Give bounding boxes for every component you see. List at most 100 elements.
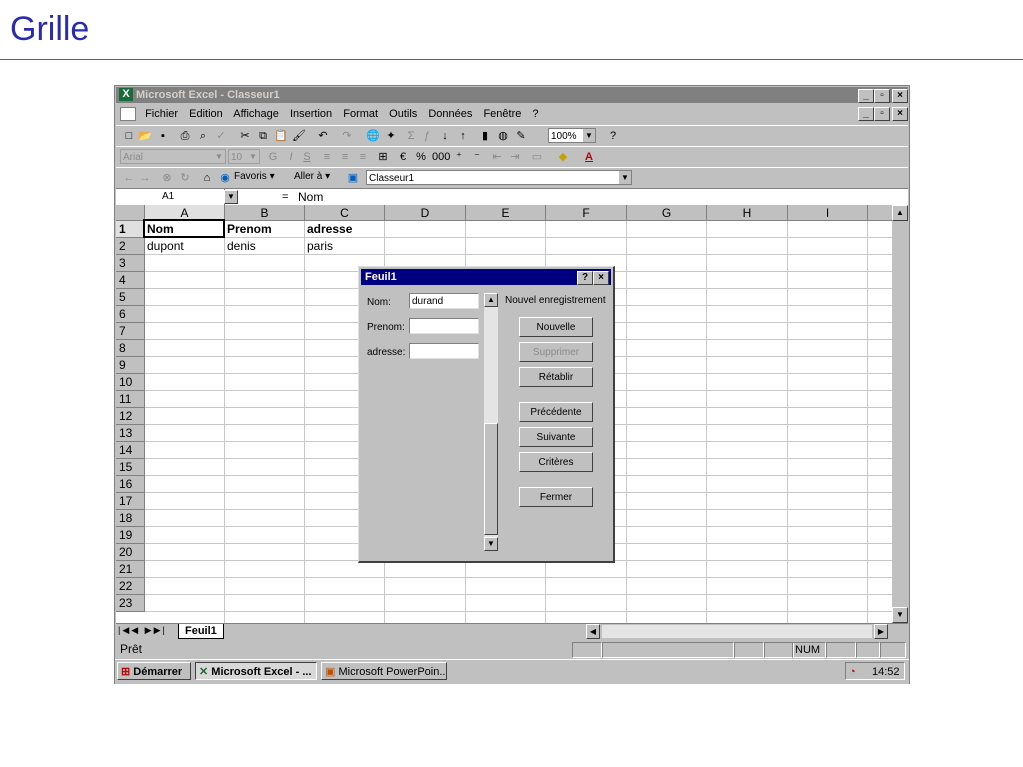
show-web-only-icon[interactable]: ▣ (346, 171, 360, 185)
undo-icon[interactable]: ↶ (316, 129, 330, 143)
align-center-icon[interactable]: ≡ (338, 150, 352, 164)
row-header[interactable]: 19 (116, 527, 145, 544)
row-header[interactable]: 22 (116, 578, 145, 595)
column-header-j[interactable] (868, 205, 893, 221)
restore-record-button[interactable]: Rétablir (519, 367, 593, 387)
row-header[interactable]: 16 (116, 476, 145, 493)
delete-button[interactable]: Supprimer (519, 342, 593, 362)
hscroll-left-icon[interactable]: ◀ (586, 624, 600, 639)
sort-descending-icon[interactable]: ↑ (456, 129, 470, 143)
row-header[interactable]: 10 (116, 374, 145, 391)
row-header[interactable]: 4 (116, 272, 145, 289)
row-header[interactable]: 6 (116, 306, 145, 323)
sheet-tab-feuil1[interactable]: Feuil1 (178, 624, 224, 639)
row-header[interactable]: 20 (116, 544, 145, 561)
start-button[interactable]: ⊞ Démarrer (117, 662, 191, 680)
chevron-down-icon[interactable]: ▼ (224, 190, 238, 204)
record-scroll-thumb[interactable] (484, 423, 498, 535)
row-header[interactable]: 14 (116, 442, 145, 459)
column-header-e[interactable]: E (466, 205, 546, 221)
column-header-b[interactable]: B (225, 205, 305, 221)
minimize-button[interactable]: _ (858, 89, 874, 103)
open-icon[interactable]: 📂 (138, 129, 152, 143)
row-header[interactable]: 1 (116, 221, 145, 238)
stop-icon[interactable]: ⊗ (160, 171, 174, 185)
record-scroll-up-icon[interactable]: ▲ (484, 293, 498, 307)
save-icon[interactable]: ▪ (156, 129, 170, 143)
doc-minimize-button[interactable]: _ (858, 107, 874, 121)
taskbar-powerpoint[interactable]: ▣ Microsoft PowerPoin... (321, 662, 447, 680)
column-header-i[interactable]: I (788, 205, 868, 221)
print-icon[interactable]: ⎙ (178, 129, 192, 143)
row-header[interactable]: 7 (116, 323, 145, 340)
menu-edition[interactable]: Edition (189, 108, 223, 120)
merge-center-icon[interactable]: ⊞ (376, 150, 390, 164)
dialog-help-button[interactable]: ? (577, 271, 593, 285)
align-left-icon[interactable]: ≡ (320, 150, 334, 164)
row-header[interactable]: 13 (116, 425, 145, 442)
font-color-icon[interactable]: A (582, 150, 596, 164)
column-header-d[interactable]: D (385, 205, 466, 221)
name-box[interactable]: A1 ▼ (116, 189, 238, 205)
sort-ascending-icon[interactable]: ↓ (438, 129, 452, 143)
field-input-adresse[interactable] (409, 343, 479, 359)
bold-icon[interactable]: G (266, 150, 280, 164)
taskbar-excel[interactable]: ✕ Microsoft Excel - ... (195, 662, 317, 680)
scroll-up-icon[interactable]: ▲ (892, 205, 908, 221)
web-toolbar-icon[interactable]: ✦ (384, 129, 398, 143)
menu-help[interactable]: ? (532, 108, 538, 120)
cut-icon[interactable]: ✂ (238, 129, 252, 143)
new-icon[interactable]: □ (122, 129, 136, 143)
equals-icon[interactable]: = (282, 189, 288, 205)
doc-close-button[interactable]: × (892, 107, 908, 121)
scheduler-icon[interactable]: ◔ (849, 663, 856, 681)
cell-a2[interactable]: dupont (145, 238, 184, 254)
format-painter-icon[interactable]: 🖌 (292, 129, 306, 143)
home-icon[interactable]: ⌂ (200, 171, 214, 185)
borders-icon[interactable]: ▭ (530, 150, 544, 164)
decrease-decimal-icon[interactable]: ⁻ (470, 150, 484, 164)
dialog-close-button[interactable]: × (593, 271, 609, 285)
row-header[interactable]: 15 (116, 459, 145, 476)
column-header-a[interactable]: A (145, 205, 225, 221)
row-header[interactable]: 17 (116, 493, 145, 510)
zoom-select[interactable]: 100% ▼ (548, 128, 596, 143)
address-field[interactable]: Classeur1 ▼ (366, 170, 632, 185)
row-header[interactable]: 2 (116, 238, 145, 255)
currency-icon[interactable]: € (396, 150, 410, 164)
criteria-button[interactable]: Critères (519, 452, 593, 472)
cell-c1[interactable]: adresse (305, 221, 352, 237)
refresh-icon[interactable]: ↻ (178, 171, 192, 185)
menu-outils[interactable]: Outils (389, 108, 417, 120)
tab-scroll-icons[interactable]: |◀◀ ▶▶| (118, 625, 167, 636)
font-size-select[interactable]: 10 ▼ (228, 149, 260, 164)
row-header[interactable]: 11 (116, 391, 145, 408)
increase-decimal-icon[interactable]: ⁺ (452, 150, 466, 164)
fill-color-icon[interactable]: ◆ (556, 150, 570, 164)
column-header-g[interactable]: G (627, 205, 707, 221)
close-form-button[interactable]: Fermer (519, 487, 593, 507)
align-right-icon[interactable]: ≡ (356, 150, 370, 164)
cell-b2[interactable]: denis (225, 238, 256, 254)
hscroll-right-icon[interactable]: ▶ (874, 624, 888, 639)
cell-c2[interactable]: paris (305, 238, 333, 254)
function-icon[interactable]: ƒ (420, 129, 434, 143)
next-button[interactable]: Suivante (519, 427, 593, 447)
cell-b1[interactable]: Prenom (225, 221, 272, 237)
scroll-down-icon[interactable]: ▼ (892, 607, 908, 623)
vertical-scrollbar[interactable]: ▲ ▼ (892, 205, 908, 623)
column-header-h[interactable]: H (707, 205, 788, 221)
search-web-icon[interactable]: ◉ (218, 171, 232, 185)
row-header[interactable]: 18 (116, 510, 145, 527)
select-all-corner[interactable] (116, 205, 145, 221)
increase-indent-icon[interactable]: ⇥ (508, 150, 522, 164)
row-header[interactable]: 8 (116, 340, 145, 357)
back-icon[interactable]: ← (122, 171, 136, 185)
row-header[interactable]: 9 (116, 357, 145, 374)
restore-button[interactable]: ▫ (874, 89, 890, 103)
thousands-icon[interactable]: 000 (432, 150, 450, 164)
column-header-f[interactable]: F (546, 205, 627, 221)
redo-icon[interactable]: ↷ (340, 129, 354, 143)
copy-icon[interactable]: ⧉ (256, 129, 270, 143)
menu-affichage[interactable]: Affichage (233, 108, 279, 120)
